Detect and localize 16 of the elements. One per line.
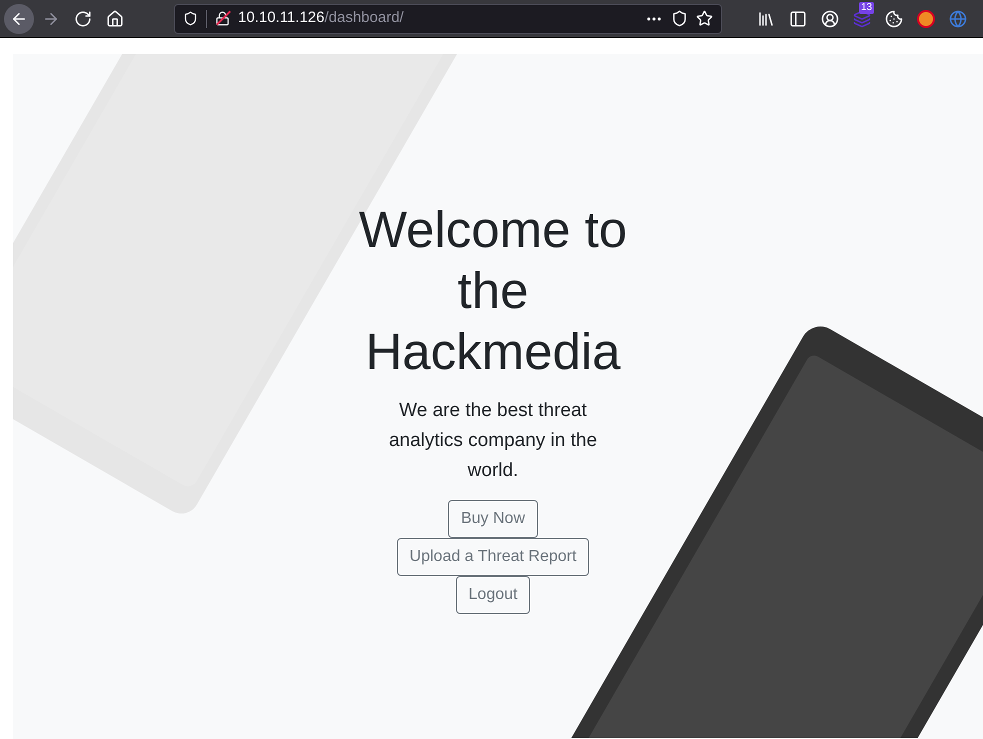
shield-icon[interactable] — [183, 11, 198, 26]
cookie-icon[interactable] — [885, 10, 903, 28]
hero-subtitle: We are the best threat analytics company in the world. — [388, 399, 598, 483]
url-text: 10.10.11.126/dashboard/ — [238, 8, 404, 28]
hero-title: Welcome to the Hackmedia — [358, 200, 628, 382]
bookmark-star-icon[interactable] — [696, 10, 713, 27]
extension-badge: 13 — [859, 2, 874, 14]
globe-icon[interactable] — [949, 10, 967, 28]
account-icon[interactable] — [821, 10, 839, 28]
outline-button[interactable]: Buy Now — [448, 500, 538, 538]
outline-button[interactable]: Upload a Threat Report — [396, 538, 590, 576]
sidebar-icon[interactable] — [789, 10, 807, 28]
outline-button[interactable]: Logout — [456, 576, 530, 614]
library-icon[interactable] — [757, 10, 775, 28]
address-bar[interactable]: 10.10.11.126/dashboard/ — [174, 4, 722, 34]
insecure-lock-icon[interactable] — [215, 11, 230, 26]
